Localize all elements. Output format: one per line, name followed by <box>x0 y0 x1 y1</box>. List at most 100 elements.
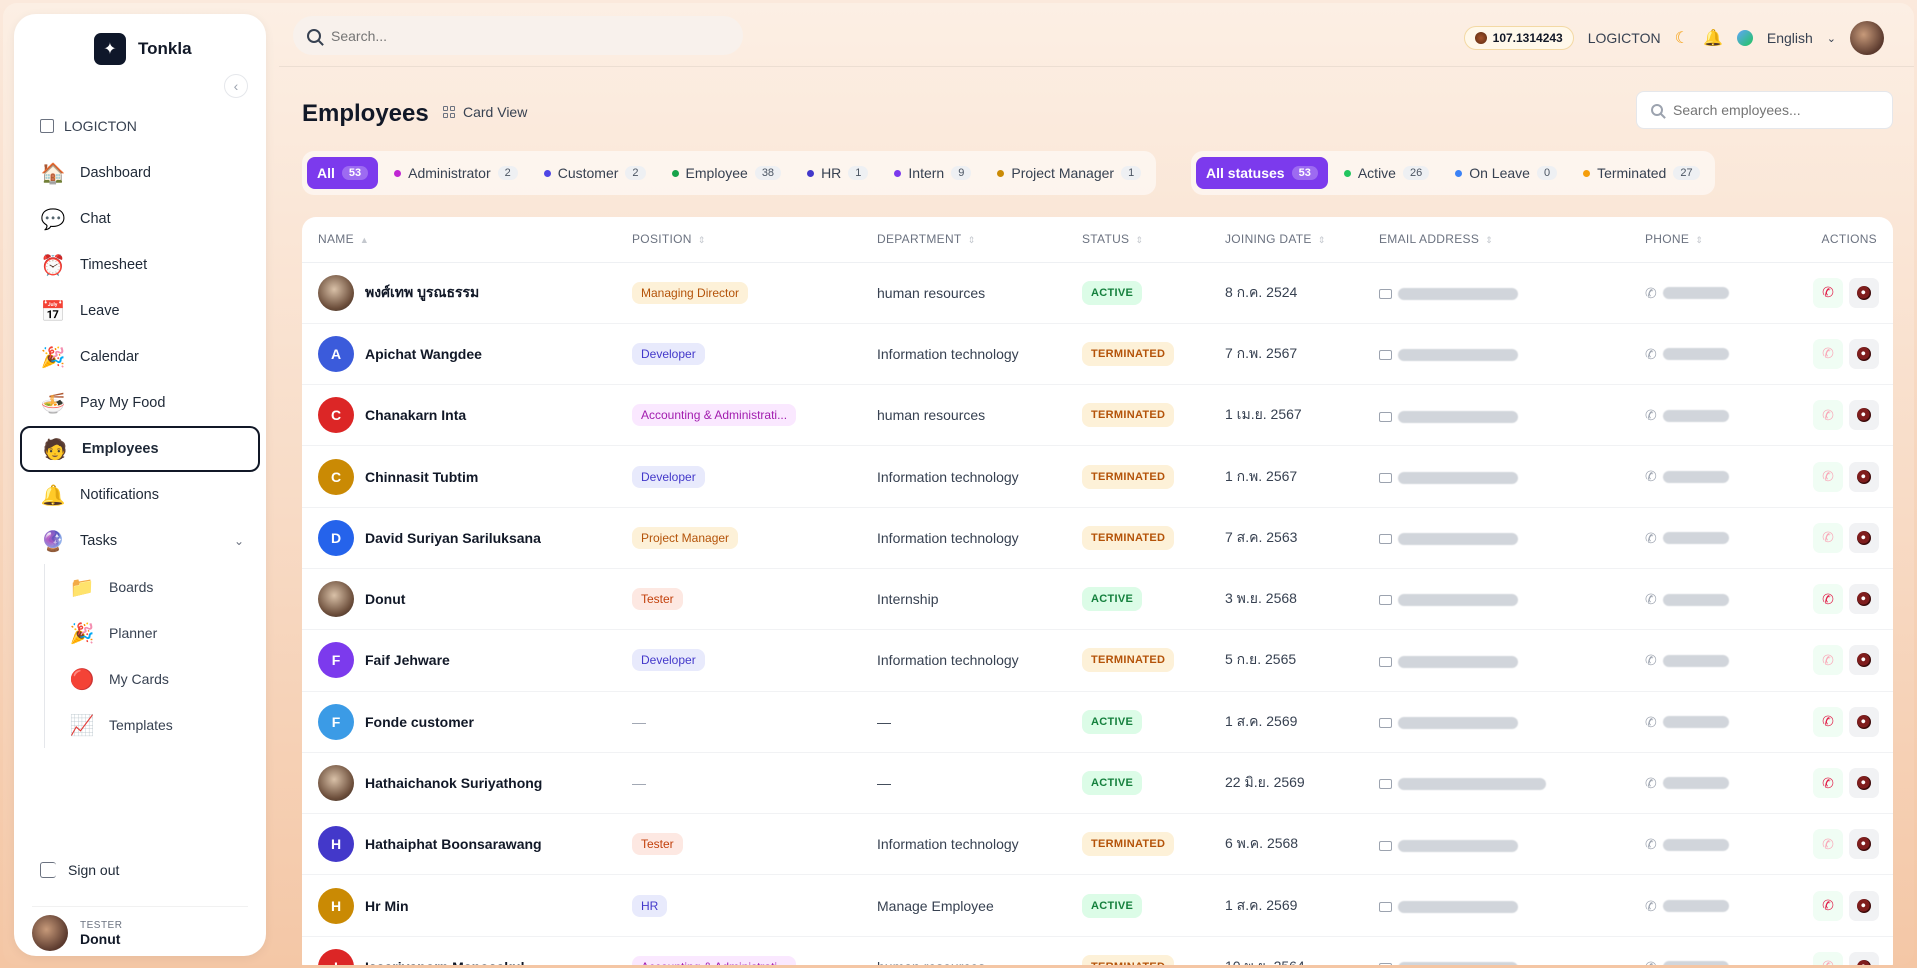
language-select[interactable]: English <box>1767 30 1813 46</box>
filter-active[interactable]: Active 26 <box>1334 157 1439 189</box>
column-header-email-address[interactable]: EMAIL ADDRESS ⇕ <box>1379 217 1645 263</box>
column-header-position[interactable]: POSITION ⇕ <box>632 217 877 263</box>
sort-icon[interactable]: ⇕ <box>1695 235 1703 245</box>
sidebar-item-timesheet[interactable]: ⏰ Timesheet <box>20 242 260 288</box>
sidebar-item-employees[interactable]: 🧑 Employees <box>20 426 260 472</box>
column-header-joining-date[interactable]: JOINING DATE ⇕ <box>1225 217 1379 263</box>
filter-employee[interactable]: Employee 38 <box>662 157 792 189</box>
bell-icon[interactable]: 🔔 <box>1703 28 1723 48</box>
table-row[interactable]: พงศ์เทพ บูรณธรรม Managing Director human r… <box>302 262 1893 324</box>
filter-project-manager[interactable]: Project Manager 1 <box>987 157 1151 189</box>
org-switcher[interactable]: LOGICTON <box>40 118 137 134</box>
filter-intern[interactable]: Intern 9 <box>884 157 981 189</box>
employee-name[interactable]: F Faif Jehware <box>318 642 632 679</box>
employee-name[interactable]: I Issariyaporn Manosakul <box>318 948 632 965</box>
global-search[interactable] <box>293 16 743 55</box>
call-button[interactable]: ✆ <box>1813 951 1843 965</box>
view-button[interactable] <box>1849 338 1879 369</box>
sort-icon[interactable]: ⇕ <box>1485 235 1493 245</box>
employee-name[interactable]: F Fonde customer <box>318 703 632 740</box>
table-row[interactable]: H Hr Min HR Manage Employee ACTIVE 1 ส.ค. 256… <box>302 874 1893 937</box>
filter-on-leave[interactable]: On Leave 0 <box>1445 157 1567 189</box>
employee-name[interactable]: พงศ์เทพ บูรณธรรม <box>318 274 632 311</box>
table-row[interactable]: A Apichat Wangdee Developer Information tec… <box>302 323 1893 386</box>
employee-name[interactable]: H Hathaiphat Boonsarawang <box>318 826 632 863</box>
table-row[interactable]: Donut Tester Internship ACTIVE 3 พ.ย. 2568 ✆ ✆ <box>302 568 1893 631</box>
employee-name[interactable]: Donut <box>318 581 632 618</box>
sort-asc-icon[interactable]: ▲ <box>360 235 369 245</box>
filter-administrator[interactable]: Administrator 2 <box>384 157 528 189</box>
view-button[interactable] <box>1849 522 1879 553</box>
sort-icon[interactable]: ⇕ <box>698 235 706 245</box>
collapse-sidebar-button[interactable]: ‹ <box>224 74 248 98</box>
call-button[interactable]: ✆ <box>1813 338 1843 369</box>
call-button[interactable]: ✆ <box>1813 400 1843 431</box>
employee-name[interactable]: A Apichat Wangdee <box>318 335 632 372</box>
call-button[interactable]: ✆ <box>1813 584 1843 615</box>
employee-name[interactable]: C Chinnasit Tubtim <box>318 458 632 495</box>
employee-name[interactable]: C Chanakarn Inta <box>318 397 632 434</box>
employee-name[interactable]: H Hr Min <box>318 887 632 924</box>
table-row[interactable]: C Chanakarn Inta Accounting & Administrati… <box>302 384 1893 447</box>
sort-icon[interactable]: ⇕ <box>1135 235 1143 245</box>
filter-all[interactable]: All 53 <box>307 157 379 189</box>
sidebar-item-calendar[interactable]: 🎉 Calendar <box>20 334 260 380</box>
call-button[interactable]: ✆ <box>1813 461 1843 492</box>
column-header-department[interactable]: DEPARTMENT ⇕ <box>877 217 1082 263</box>
view-button[interactable] <box>1849 951 1879 965</box>
table-row[interactable]: H Hathaiphat Boonsarawang Tester Informatio… <box>302 813 1893 876</box>
filter-hr[interactable]: HR 1 <box>797 157 878 189</box>
sidebar-item-chat[interactable]: 💬 Chat <box>20 196 260 242</box>
employee-name[interactable]: D David Suriyan Sariluksana <box>318 519 632 556</box>
call-button[interactable]: ✆ <box>1813 277 1843 308</box>
coin-balance[interactable]: 107.1314243 <box>1463 26 1574 50</box>
sidebar-item-boards[interactable]: 📁 Boards <box>59 564 260 610</box>
view-button[interactable] <box>1849 706 1879 737</box>
employee-search[interactable] <box>1636 91 1893 129</box>
sidebar-item-templates[interactable]: 📈 Templates <box>59 702 260 748</box>
table-row[interactable]: F Faif Jehware Developer Information techno… <box>302 629 1893 692</box>
table-row[interactable]: C Chinnasit Tubtim Developer Information te… <box>302 445 1893 508</box>
view-button[interactable] <box>1849 584 1879 615</box>
table-row[interactable]: Hathaichanok Suriyathong — — ACTIVE 22 มิ.ย.… <box>302 752 1893 815</box>
sign-out-button[interactable]: Sign out <box>40 862 119 878</box>
global-search-input[interactable] <box>331 27 711 44</box>
employee-search-input[interactable] <box>1673 102 1873 118</box>
view-button[interactable] <box>1849 768 1879 799</box>
table-row[interactable]: F Fonde customer — — ACTIVE 1 ส.ค. 2569 ✆ ✆ <box>302 691 1893 753</box>
column-header-name[interactable]: NAME ▲ <box>302 217 632 263</box>
user-profile[interactable]: TESTER Donut <box>32 906 248 951</box>
column-header-status[interactable]: STATUS ⇕ <box>1082 217 1225 263</box>
table-row[interactable]: I Issariyaporn Manosakul Accounting & Admi… <box>302 936 1893 965</box>
sidebar-item-pay-my-food[interactable]: 🍜 Pay My Food <box>20 380 260 426</box>
view-button[interactable] <box>1849 277 1879 308</box>
filter-terminated[interactable]: Terminated 27 <box>1573 157 1710 189</box>
moon-icon[interactable]: ☾ <box>1675 28 1689 48</box>
filter-all-statuses[interactable]: All statuses 53 <box>1196 157 1328 189</box>
sidebar-item-dashboard[interactable]: 🏠 Dashboard <box>20 150 260 196</box>
table-row[interactable]: D David Suriyan Sariluksana Project Manage… <box>302 507 1893 569</box>
brand[interactable]: ✦ Tonkla <box>94 33 192 65</box>
call-button[interactable]: ✆ <box>1813 829 1843 860</box>
employee-name[interactable]: Hathaichanok Suriyathong <box>318 765 632 802</box>
filter-customer[interactable]: Customer 2 <box>534 157 656 189</box>
call-button[interactable]: ✆ <box>1813 890 1843 921</box>
call-button[interactable]: ✆ <box>1813 522 1843 553</box>
chevron-down-icon[interactable]: ⌄ <box>1827 32 1836 45</box>
call-button[interactable]: ✆ <box>1813 706 1843 737</box>
view-button[interactable] <box>1849 461 1879 492</box>
column-header-phone[interactable]: PHONE ⇕ <box>1645 217 1775 263</box>
chevron-down-icon[interactable]: ⌄ <box>234 534 244 548</box>
view-button[interactable] <box>1849 890 1879 921</box>
sort-icon[interactable]: ⇕ <box>968 235 976 245</box>
sidebar-item-my-cards[interactable]: 🔴 My Cards <box>59 656 260 702</box>
sidebar-item-notifications[interactable]: 🔔 Notifications <box>20 472 260 518</box>
view-button[interactable] <box>1849 400 1879 431</box>
sidebar-item-tasks[interactable]: 🔮 Tasks ⌄ <box>20 518 260 564</box>
card-view-toggle[interactable]: Card View <box>443 104 527 120</box>
sidebar-item-planner[interactable]: 🎉 Planner <box>59 610 260 656</box>
call-button[interactable]: ✆ <box>1813 768 1843 799</box>
sort-icon[interactable]: ⇕ <box>1318 235 1326 245</box>
view-button[interactable] <box>1849 645 1879 676</box>
avatar[interactable] <box>1850 21 1884 55</box>
